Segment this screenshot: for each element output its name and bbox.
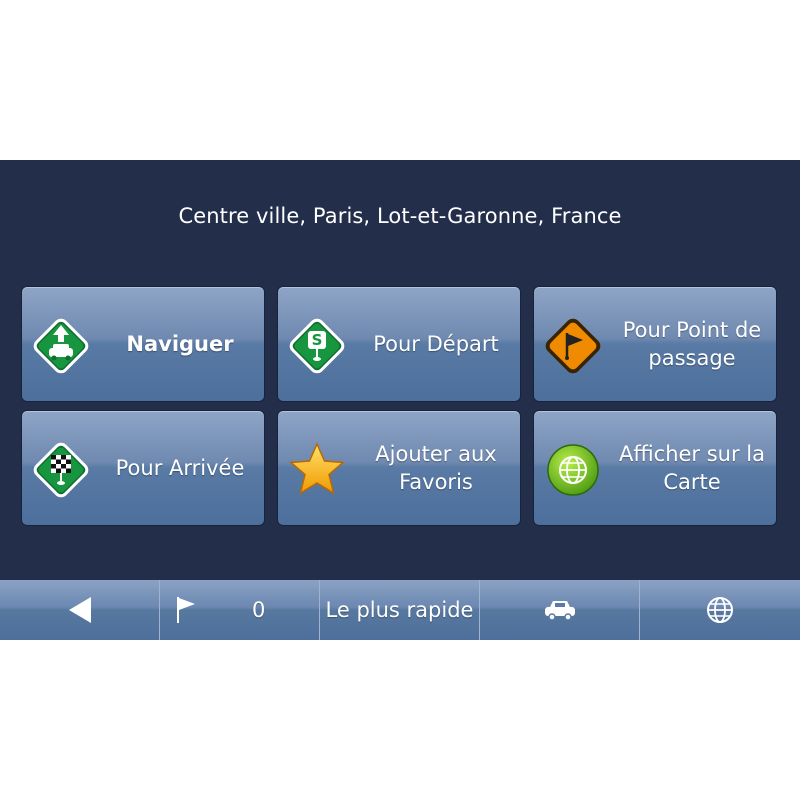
svg-text:S: S [312, 331, 323, 349]
screen: Centre ville, Paris, Lot-et-Garonne, Fra… [0, 160, 800, 640]
start-flag-icon: S [286, 315, 348, 377]
map-button[interactable] [640, 580, 800, 640]
globe-icon [707, 597, 733, 623]
vehicle-button[interactable] [480, 580, 640, 640]
show-on-map-label: Afficher sur la Carte [618, 442, 765, 494]
flag-icon [177, 597, 195, 623]
show-on-map-button[interactable]: Afficher sur la Carte [533, 410, 777, 526]
navigate-button[interactable]: Naviguer [21, 286, 265, 402]
globe-icon [542, 439, 604, 501]
set-waypoint-button[interactable]: Pour Point de passage [533, 286, 777, 402]
waypoint-count: 0 [252, 598, 266, 622]
add-favorites-button[interactable]: Ajouter aux Favoris [277, 410, 521, 526]
navigate-car-icon [30, 315, 92, 377]
star-icon [286, 439, 348, 501]
waypoints-button[interactable]: 0 [160, 580, 320, 640]
set-departure-button[interactable]: S Pour Départ [277, 286, 521, 402]
car-icon [544, 601, 575, 621]
bottom-toolbar: 0 Le plus rapide [0, 580, 800, 640]
set-arrival-label: Pour Arrivée [115, 456, 245, 480]
back-button[interactable] [0, 580, 160, 640]
add-favorites-label: Ajouter aux Favoris [375, 442, 497, 494]
route-mode-button[interactable]: Le plus rapide [320, 580, 480, 640]
set-waypoint-label: Pour Point de passage [622, 318, 762, 370]
set-departure-label: Pour Départ [373, 332, 499, 356]
navigate-label: Naviguer [126, 332, 234, 356]
location-title: Centre ville, Paris, Lot-et-Garonne, Fra… [178, 204, 622, 228]
waypoint-flag-icon [542, 315, 604, 377]
back-arrow-icon [68, 597, 91, 623]
set-arrival-button[interactable]: Pour Arrivée [21, 410, 265, 526]
finish-flag-icon [30, 439, 92, 501]
